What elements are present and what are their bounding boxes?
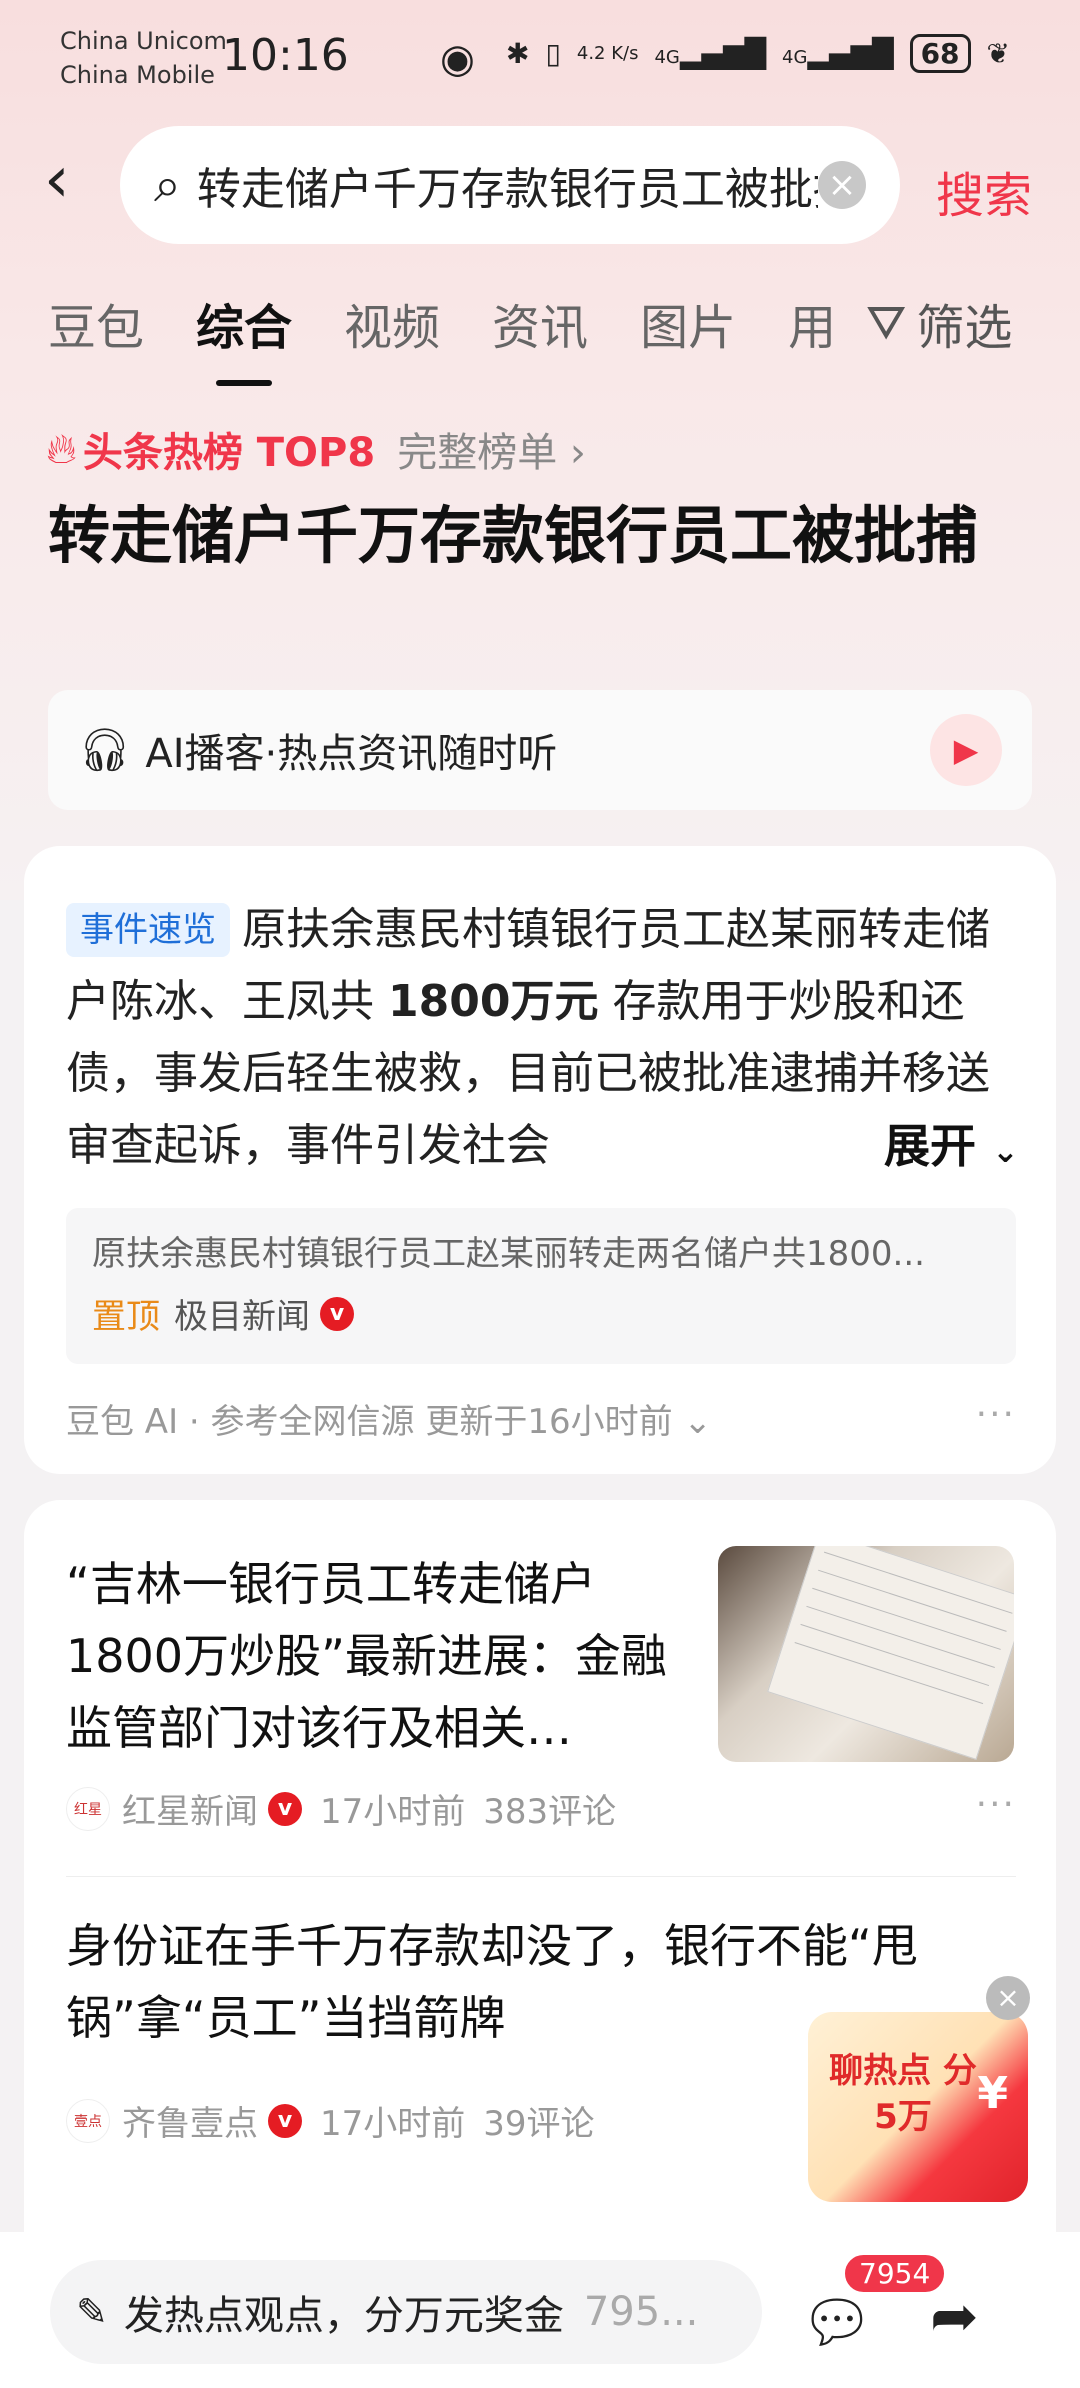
bluetooth-icon: ✱ [505, 37, 530, 70]
back-arrow-icon[interactable]: ‹ [44, 148, 70, 212]
yen-icon: ¥ [977, 2068, 1008, 2119]
article-thumbnail[interactable] [718, 1546, 1014, 1762]
battery-level: 68 [909, 34, 971, 73]
search-icon: ⌕ [154, 156, 181, 213]
verified-icon: v [268, 2103, 302, 2138]
category-tabs: 豆包 综合 视频 资讯 图片 用 [48, 288, 836, 386]
clock: 10:16 [222, 30, 349, 81]
eye-comfort-icon: ◉ [440, 36, 475, 82]
signal-4g-1-label: 4G [654, 47, 680, 68]
tab-users[interactable]: 用 [788, 288, 836, 358]
source-logo: 红星 [66, 1786, 110, 1831]
vibrate-icon: ▯ [545, 37, 561, 70]
pen-icon: ✎ [76, 2290, 108, 2334]
status-bar: China Unicom China Mobile 10:16 ◉ ✱ ▯ 4.… [0, 0, 1080, 118]
article-meta: 红星 红星新闻 v 17小时前 383评论 [66, 1784, 616, 1833]
source-name: 极目新闻 [174, 1297, 310, 1337]
expand-label: 展开 [884, 1119, 976, 1173]
comment-input[interactable]: ✎ 发热点观点，分万元奖金 795... [50, 2260, 762, 2364]
full-list-label: 完整榜单 [397, 430, 558, 476]
net-speed: 4.2 K/s [576, 42, 639, 64]
article-comments: 383评论 [483, 1792, 617, 1832]
carrier-info: China Unicom China Mobile [60, 24, 227, 92]
article-meta: 壹点 齐鲁壹点 v 17小时前 39评论 [66, 2096, 595, 2145]
share-icon[interactable]: ➦ [930, 2282, 979, 2350]
divider [66, 1876, 1016, 1877]
more-options-icon[interactable]: ··· [976, 1394, 1016, 1435]
signal-4g-2-label: 4G [782, 47, 808, 68]
article-time: 17小时前 [320, 1792, 466, 1832]
promo-widget[interactable]: 聊热点 分5万 ¥ [808, 2012, 1028, 2202]
summary-amount: 1800万元 [388, 976, 599, 1027]
hot-list-title: 头条热榜 TOP8 [82, 430, 376, 476]
source-logo: 壹点 [66, 2098, 110, 2143]
article-source: 红星新闻 [122, 1792, 258, 1832]
clear-icon[interactable]: × [818, 161, 866, 209]
carrier-2: China Mobile [60, 61, 215, 89]
filter-icon: ⛛ [866, 294, 907, 351]
comment-placeholder: 发热点观点，分万元奖金 [123, 2293, 564, 2339]
leaf-icon: ❦ [986, 37, 1010, 70]
article-title[interactable]: “吉林一银行员工转走储户1800万炒股”最新进展：金融监管部门对该行及相关… [66, 1548, 686, 1764]
close-icon[interactable]: × [986, 1976, 1030, 2020]
signal-4g-1: 4G▂▄▆█ [654, 37, 767, 70]
ai-podcast-bar[interactable]: 🎧︎ AI播客·热点资讯随时听 ▶ [48, 690, 1032, 810]
hot-list-header: 🔥︎ 头条热榜 TOP8 完整榜单 › [46, 420, 586, 478]
tab-comprehensive[interactable]: 综合 [196, 288, 292, 386]
article-source: 齐鲁壹点 [122, 2104, 258, 2144]
chevron-down-icon: ⌄ [992, 1132, 1019, 1170]
filter-label: 筛选 [916, 300, 1013, 356]
expand-button[interactable]: 展开 ⌄ [864, 1110, 1019, 1176]
tab-news[interactable]: 资讯 [492, 288, 588, 358]
more-options-icon[interactable]: ··· [976, 1784, 1016, 1825]
search-button[interactable]: 搜索 [936, 156, 1032, 226]
carrier-1: China Unicom [60, 27, 227, 55]
system-icons: ✱ ▯ 4.2 K/s 4G▂▄▆█ 4G▂▄▆█ 68 ❦ [506, 34, 1010, 73]
podcast-label: AI播客·热点资讯随时听 [145, 731, 558, 777]
summary-footer[interactable]: 豆包 AI · 参考全网信源 更新于16小时前 ⌄ [66, 1394, 712, 1443]
bottom-bar: ✎ 发热点观点，分万元奖金 795... 💬︎ 7954 ➦ [0, 2232, 1080, 2388]
filter-button[interactable]: ⛛ 筛选 [866, 288, 1012, 358]
chevron-down-icon: ⌄ [683, 1402, 712, 1442]
headphones-icon: 🎧︎ [78, 725, 132, 774]
pinned-label: 置顶 [92, 1297, 160, 1337]
source-snippet: 原扶余惠民村镇银行员工赵某丽转走两名储户共1800... [92, 1234, 925, 1274]
comment-icon[interactable]: 💬︎ [800, 2288, 874, 2357]
topic-headline: 转走储户千万存款银行员工被批捕 [48, 499, 979, 572]
play-icon[interactable]: ▶ [930, 714, 1002, 786]
event-tag: 事件速览 [66, 903, 230, 957]
article-time: 17小时前 [320, 2104, 466, 2144]
verified-icon: v [268, 1791, 302, 1826]
comment-count-preview: 795... [583, 2289, 699, 2335]
search-box[interactable]: ⌕ 转走储户千万存款银行员工被批捕 × [120, 126, 900, 244]
summary-footer-text: 豆包 AI · 参考全网信源 更新于16小时前 [66, 1402, 673, 1442]
promo-text: 聊热点 分5万 [829, 2051, 977, 2137]
source-box[interactable]: 原扶余惠民村镇银行员工赵某丽转走两名储户共1800... 置顶 极目新闻 v [66, 1208, 1016, 1364]
tab-images[interactable]: 图片 [640, 288, 736, 358]
fire-icon: 🔥︎ [46, 424, 77, 473]
event-summary-card: 事件速览 原扶余惠民村镇银行员工赵某丽转走储户陈冰、王凤共 1800万元 存款用于… [24, 846, 1056, 1474]
tab-video[interactable]: 视频 [344, 288, 440, 358]
full-list-link[interactable]: 完整榜单 › [397, 420, 586, 478]
search-input[interactable]: 转走储户千万存款银行员工被批捕 [197, 153, 818, 217]
verified-icon: v [320, 1296, 354, 1331]
article-comments: 39评论 [483, 2104, 595, 2144]
document-image [767, 1546, 1014, 1760]
signal-4g-2: 4G▂▄▆█ [782, 37, 894, 70]
tab-doubao[interactable]: 豆包 [48, 288, 144, 358]
